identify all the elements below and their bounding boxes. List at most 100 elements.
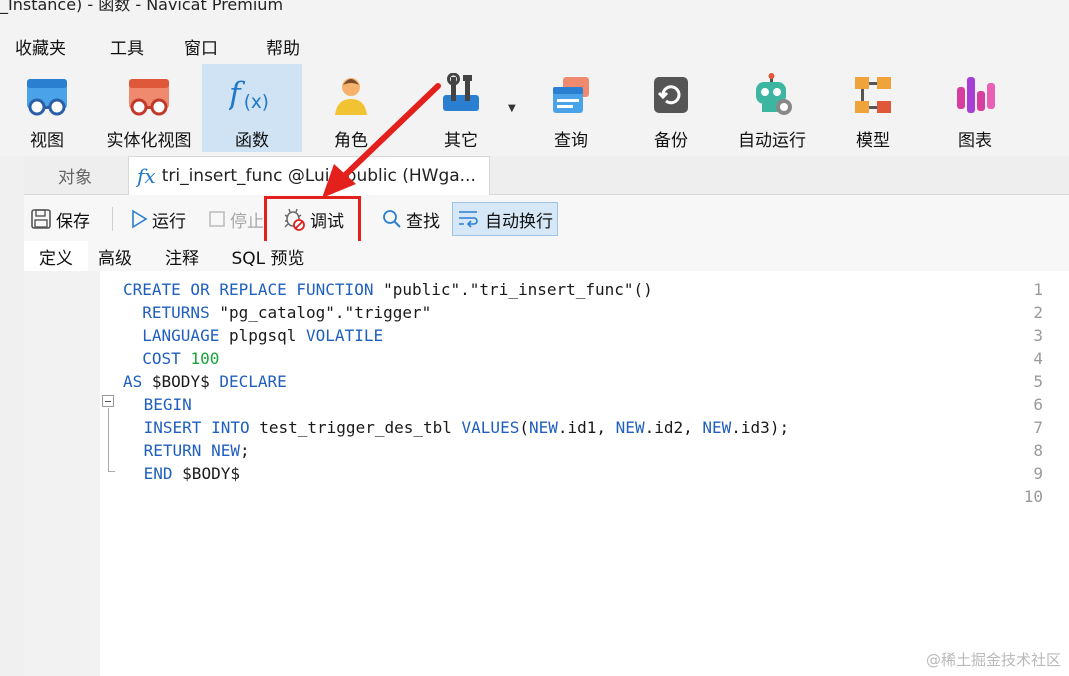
code-token: (	[519, 418, 529, 437]
code-line: RETURN NEW;	[134, 441, 250, 460]
menu-help[interactable]: 帮助	[266, 34, 300, 59]
line-number: 1	[1033, 280, 1043, 299]
ribbon-materialized-view-button[interactable]: 实体化视图	[100, 64, 198, 152]
line-number: 5	[1033, 372, 1043, 391]
ribbon-label: 图表	[958, 131, 992, 151]
function-icon: f (x)	[229, 72, 275, 118]
code-token: plpgsql	[228, 326, 307, 345]
view-icon	[24, 72, 70, 118]
tab-title: tri_insert_func @Luin.public (HWga...	[161, 166, 476, 186]
ribbon-view-button[interactable]: 视图	[14, 64, 80, 152]
play-icon	[130, 209, 148, 229]
tab-function-editor[interactable]: fx tri_insert_func @Luin.public (HWga...	[128, 156, 490, 195]
ribbon-model-button[interactable]: 模型	[838, 64, 908, 152]
ribbon-query-button[interactable]: 查询	[536, 64, 606, 152]
ribbon-label: 查询	[554, 131, 588, 151]
code-token: VALUES	[461, 418, 520, 437]
menu-tools[interactable]: 工具	[110, 34, 144, 59]
automation-robot-icon	[749, 72, 795, 118]
code-token: .id2,	[644, 418, 703, 437]
line-number: 3	[1033, 326, 1043, 345]
word-wrap-icon	[457, 208, 481, 230]
code-token: NEW	[211, 441, 240, 460]
chart-icon	[952, 72, 998, 118]
backup-icon	[648, 72, 694, 118]
stop-button[interactable]: 停止	[208, 204, 264, 234]
editor-toolbar: 保存 运行 停止 调试 查找 自动换行	[24, 195, 1069, 241]
find-label: 查找	[406, 211, 440, 232]
stop-icon	[208, 210, 226, 228]
tab-comment[interactable]: 注释	[156, 241, 208, 271]
ribbon-other-button[interactable]: 其它	[426, 64, 496, 152]
tab-objects[interactable]: 对象	[24, 156, 126, 194]
sql-editor[interactable]: 1 2 3 4 5 6 7 8 9 10 CREATE OR REPLACE FUNCTION "p…	[24, 271, 1069, 676]
tab-advanced[interactable]: 高级	[90, 241, 140, 271]
menu-favorites[interactable]: 收藏夹	[15, 34, 66, 59]
ribbon-automation-button[interactable]: 自动运行	[730, 64, 814, 152]
window-title: _Instance) - 函数 - Navicat Premium	[0, 0, 284, 14]
tab-definition[interactable]: 定义	[24, 241, 88, 271]
query-icon	[548, 72, 594, 118]
tools-icon	[438, 72, 484, 118]
ribbon-label: 其它	[444, 131, 478, 151]
ribbon-chart-button[interactable]: 图表	[940, 64, 1010, 152]
line-number: 9	[1033, 464, 1043, 483]
code-token: CREATE OR REPLACE FUNCTION	[123, 280, 384, 299]
line-number: 4	[1033, 349, 1043, 368]
word-wrap-label: 自动换行	[485, 211, 553, 232]
role-icon	[328, 72, 374, 118]
code-line: LANGUAGE plpgsql VOLATILE	[123, 326, 383, 345]
code-token: .id3);	[731, 418, 790, 437]
run-button[interactable]: 运行	[130, 204, 186, 234]
code-line: AS $BODY$ DECLARE	[123, 372, 287, 391]
ribbon-label: 备份	[654, 131, 688, 151]
code-token: .id1,	[557, 418, 616, 437]
word-wrap-toggle[interactable]: 自动换行	[452, 202, 558, 236]
run-label: 运行	[152, 211, 186, 232]
line-number: 7	[1033, 418, 1043, 437]
ribbon-label: 视图	[30, 131, 64, 151]
function-icon: fx	[137, 164, 156, 188]
code-token: BEGIN	[134, 395, 192, 414]
code-token: ;	[239, 441, 250, 460]
code-token: test_trigger_des_tbl	[259, 418, 462, 437]
model-icon	[850, 72, 896, 118]
ribbon-label: 自动运行	[738, 131, 806, 151]
code-token: "pg_catalog"."trigger"	[219, 303, 432, 322]
code-token: RETURNS	[123, 303, 220, 322]
ribbon-toolbar: 视图 实体化视图 f (x) 函数 角色 其它 查询 备份 自动运行 模型 图表	[0, 64, 1069, 156]
code-token: $BODY$	[182, 464, 240, 483]
save-label: 保存	[56, 211, 90, 232]
definition-tabs: 定义 高级 注释 SQL 预览	[24, 241, 1069, 271]
save-icon	[30, 208, 52, 230]
line-number: 6	[1033, 395, 1043, 414]
code-line: BEGIN	[134, 395, 192, 414]
fold-toggle-icon[interactable]	[102, 395, 114, 407]
ribbon-backup-button[interactable]: 备份	[636, 64, 706, 152]
code-token: NEW	[528, 418, 558, 437]
code-line: CREATE OR REPLACE FUNCTION "public"."tri…	[123, 280, 653, 299]
code-token: NEW	[702, 418, 732, 437]
toolbar-divider	[112, 207, 113, 231]
find-button[interactable]: 查找	[382, 204, 440, 234]
code-token: AS	[123, 372, 152, 391]
save-button[interactable]: 保存	[30, 204, 90, 234]
menu-window[interactable]: 窗口	[184, 34, 218, 59]
title-bar: _Instance) - 函数 - Navicat Premium	[0, 0, 1069, 26]
ribbon-label: 模型	[856, 131, 890, 151]
line-number: 8	[1033, 441, 1043, 460]
tab-sql-preview[interactable]: SQL 预览	[224, 241, 312, 271]
fold-guide	[108, 408, 109, 471]
svg-text:(x): (x)	[244, 92, 269, 113]
code-line: INSERT INTO test_trigger_des_tbl VALUES(…	[134, 418, 789, 437]
code-token: 100	[190, 349, 220, 368]
ribbon-role-button[interactable]: 角色	[316, 64, 386, 152]
dropdown-caret-icon[interactable]: ▼	[508, 103, 516, 114]
ribbon-label: 实体化视图	[106, 131, 192, 151]
code-token: LANGUAGE	[123, 326, 229, 345]
materialized-view-icon	[126, 72, 172, 118]
watermark: @稀土掘金技术社区	[925, 651, 1061, 669]
ribbon-label: 函数	[235, 131, 269, 151]
code-token: END	[134, 464, 183, 483]
ribbon-function-button[interactable]: f (x) 函数	[202, 64, 302, 152]
